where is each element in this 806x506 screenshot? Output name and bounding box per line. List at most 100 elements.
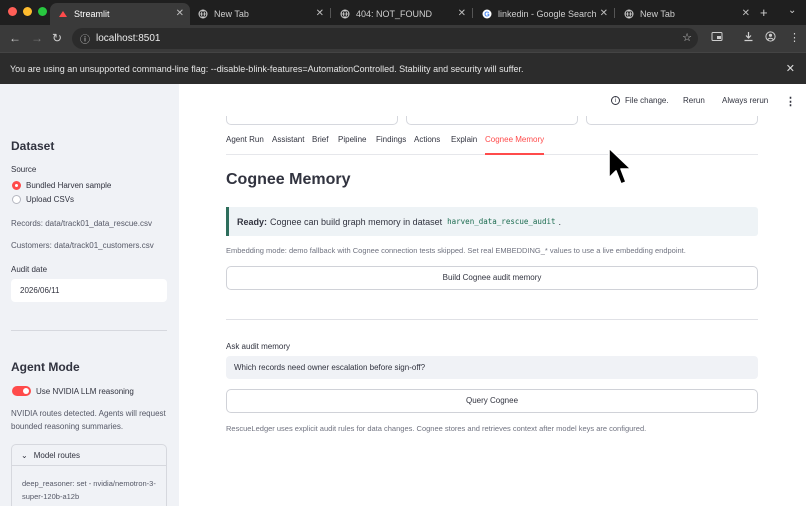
address-bar[interactable]: ⓘ localhost:8501 ☆ xyxy=(72,28,698,49)
globe-icon xyxy=(624,9,634,19)
browser-tab-google-search[interactable]: G linkedin - Google Search ✕ xyxy=(474,3,614,25)
toggle-switch[interactable] xyxy=(12,386,31,396)
toggle-label: Use NVIDIA LLM reasoning xyxy=(36,386,134,396)
agent-mode-heading: Agent Mode xyxy=(11,360,80,374)
file-change-status: i File change. xyxy=(611,96,669,105)
url-text: localhost:8501 xyxy=(96,33,161,44)
build-memory-button[interactable]: Build Cognee audit memory xyxy=(226,266,758,290)
radio-empty-dot xyxy=(12,195,21,204)
radio-label: Upload CSVs xyxy=(26,195,75,204)
model-routes-expander: ⌄ Model routes deep_reasoner: set - nvid… xyxy=(11,444,167,506)
alert-bold: Ready: xyxy=(237,216,268,227)
widget-stub xyxy=(586,116,758,125)
download-icon[interactable] xyxy=(743,31,754,45)
browser-tab-streamlit[interactable]: Streamlit ✕ xyxy=(50,3,190,25)
embedding-caption: Embedding mode: demo fallback with Cogne… xyxy=(226,246,686,255)
ask-memory-input[interactable]: Which records need owner escalation befo… xyxy=(226,356,758,379)
alert-text: Cognee can build graph memory in dataset xyxy=(270,216,443,227)
dataset-heading: Dataset xyxy=(11,139,55,153)
minimize-window-button[interactable] xyxy=(23,7,32,16)
cast-icon[interactable] xyxy=(711,31,723,45)
dataset-name-code: harven_data_rescue_audit xyxy=(447,217,556,226)
tab-title: Streamlit xyxy=(74,9,110,19)
tab-brief[interactable]: Brief xyxy=(312,135,328,155)
browser-toolbar: ← → ↻ ⓘ localhost:8501 ☆ ⋮ xyxy=(0,25,806,52)
rerun-button[interactable]: Rerun xyxy=(683,96,705,105)
tab-separator xyxy=(330,8,331,18)
audit-date-label: Audit date xyxy=(11,265,48,274)
sidebar: Dataset Source Bundled Harven sample Upl… xyxy=(0,84,179,506)
model-route-entry: deep_reasoner: set - nvidia/nemotron-3-s… xyxy=(22,479,156,501)
mouse-pointer-icon xyxy=(607,147,633,192)
source-label: Source xyxy=(11,165,37,174)
ask-label: Ask audit memory xyxy=(226,342,291,351)
section-divider xyxy=(226,319,758,320)
google-icon: G xyxy=(482,9,492,19)
svg-text:G: G xyxy=(484,12,490,19)
tab-title: 404: NOT_FOUND xyxy=(356,9,433,19)
main-menu-icon[interactable]: ⋮ xyxy=(785,95,796,108)
page-title: Cognee Memory xyxy=(226,171,351,188)
tab-actions[interactable]: Actions xyxy=(414,135,440,155)
sidebar-divider xyxy=(11,330,167,331)
tab-title: linkedin - Google Search xyxy=(498,9,597,19)
browser-tab-new-tab-2[interactable]: New Tab ✕ xyxy=(616,3,756,25)
maximize-window-button[interactable] xyxy=(38,7,47,16)
model-routes-expander-header[interactable]: ⌄ Model routes xyxy=(12,445,166,466)
records-path: Records: data/track01_data_rescue.csv xyxy=(11,219,152,228)
widget-stub xyxy=(406,116,578,125)
unsupported-flag-infobar: You are using an unsupported command-lin… xyxy=(0,52,806,84)
close-tab-icon[interactable]: ✕ xyxy=(600,8,608,19)
forward-arrow-icon[interactable]: → xyxy=(31,32,43,44)
infobar-message: You are using an unsupported command-lin… xyxy=(10,64,524,74)
radio-bundled-sample[interactable]: Bundled Harven sample xyxy=(12,181,111,190)
profile-icon[interactable] xyxy=(765,31,776,45)
site-info-icon[interactable]: ⓘ xyxy=(80,31,90,46)
radio-upload-csvs[interactable]: Upload CSVs xyxy=(12,195,74,204)
tab-separator xyxy=(614,8,615,18)
back-arrow-icon[interactable]: ← xyxy=(9,32,21,44)
browser-menu-icon[interactable]: ⋮ xyxy=(789,31,800,44)
chevron-down-icon: ⌄ xyxy=(21,450,28,460)
bookmark-star-icon[interactable]: ☆ xyxy=(682,31,692,44)
tab-assistant[interactable]: Assistant xyxy=(272,135,304,155)
alert-end: . xyxy=(558,216,562,227)
browser-tab-404[interactable]: 404: NOT_FOUND ✕ xyxy=(332,3,472,25)
browser-tab-new-tab[interactable]: New Tab ✕ xyxy=(190,3,330,25)
radio-selected-dot xyxy=(12,181,21,190)
tab-title: New Tab xyxy=(640,9,675,19)
tab-findings[interactable]: Findings xyxy=(376,135,406,155)
streamlit-icon xyxy=(58,9,68,19)
close-tab-icon[interactable]: ✕ xyxy=(316,8,324,19)
ready-alert: Ready: Cognee can build graph memory in … xyxy=(226,207,758,236)
tab-explain[interactable]: Explain xyxy=(451,135,477,155)
file-change-text: File change. xyxy=(625,96,669,105)
tab-cognee-memory[interactable]: Cognee Memory xyxy=(485,135,545,155)
nvidia-llm-toggle[interactable]: Use NVIDIA LLM reasoning xyxy=(12,386,134,396)
tab-pipeline[interactable]: Pipeline xyxy=(338,135,366,155)
reload-icon[interactable]: ↻ xyxy=(52,32,62,44)
tab-title: New Tab xyxy=(214,9,249,19)
audit-date-input[interactable]: 2026/06/11 xyxy=(11,279,167,302)
globe-icon xyxy=(340,9,350,19)
routes-note: NVIDIA routes detected. Agents will requ… xyxy=(11,409,166,431)
main-content: i File change. Rerun Always rerun ⋮ Agen… xyxy=(179,84,806,506)
query-cognee-button[interactable]: Query Cognee xyxy=(226,389,758,413)
window-controls xyxy=(8,7,47,16)
new-tab-plus-icon[interactable]: + xyxy=(760,5,768,20)
always-rerun-button[interactable]: Always rerun xyxy=(722,96,768,105)
close-tab-icon[interactable]: ✕ xyxy=(176,8,184,19)
close-infobar-icon[interactable]: ✕ xyxy=(786,62,795,75)
browser-tabstrip: Streamlit ✕ New Tab ✕ 404: NOT_FOUND ✕ G… xyxy=(0,0,806,25)
customers-path: Customers: data/track01_customers.csv xyxy=(11,241,154,250)
tab-agent-run[interactable]: Agent Run xyxy=(226,135,264,155)
main-tabs: Agent Run Assistant Brief Pipeline Findi… xyxy=(226,135,758,155)
close-tab-icon[interactable]: ✕ xyxy=(742,8,750,19)
tab-search-chevron-icon[interactable]: ⌄ xyxy=(788,5,796,16)
info-icon: i xyxy=(611,96,620,105)
footer-caption: RescueLedger uses explicit audit rules f… xyxy=(226,424,647,433)
expander-label: Model routes xyxy=(33,450,80,460)
close-window-button[interactable] xyxy=(8,7,17,16)
close-tab-icon[interactable]: ✕ xyxy=(458,8,466,19)
tab-separator xyxy=(472,8,473,18)
